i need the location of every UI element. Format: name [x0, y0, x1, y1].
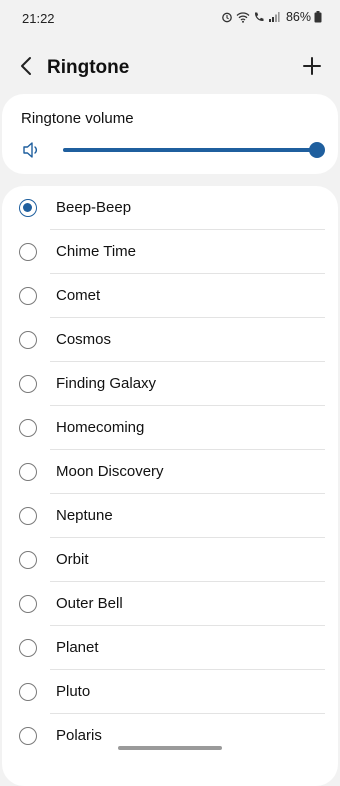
ringtone-radio-button[interactable]	[19, 463, 37, 481]
wifi-calling-icon	[253, 11, 265, 23]
ringtone-radio-button[interactable]	[19, 639, 37, 657]
ringtone-volume-label: Ringtone volume	[21, 110, 134, 127]
wifi-icon	[236, 11, 250, 23]
battery-icon	[314, 11, 322, 23]
ringtone-item[interactable]: Polaris	[2, 714, 338, 758]
ringtone-item[interactable]: Outer Bell	[2, 582, 338, 626]
ringtone-radio-button[interactable]	[19, 683, 37, 701]
ringtone-item[interactable]: Chime Time	[2, 230, 338, 274]
ringtone-volume-card: Ringtone volume	[2, 94, 338, 174]
add-ringtone-button[interactable]	[298, 54, 326, 82]
speaker-icon[interactable]	[22, 141, 44, 159]
ringtone-radio-button[interactable]	[19, 375, 37, 393]
slider-fill	[63, 148, 317, 152]
ringtone-label: Planet	[56, 639, 99, 656]
ringtone-item[interactable]: Homecoming	[2, 406, 338, 450]
home-indicator	[118, 746, 222, 750]
slider-thumb[interactable]	[309, 142, 325, 158]
ringtone-label: Chime Time	[56, 243, 137, 260]
ringtone-item[interactable]: Pluto	[2, 670, 338, 714]
ringtone-label: Cosmos	[56, 331, 112, 348]
ringtone-label: Comet	[56, 287, 101, 304]
ringtone-label: Orbit	[56, 551, 89, 568]
ringtone-item[interactable]: Beep-Beep	[2, 186, 338, 230]
ringtone-label: Neptune	[56, 507, 113, 524]
ringtone-radio-button[interactable]	[19, 243, 37, 261]
ringtone-item[interactable]: Comet	[2, 274, 338, 318]
signal-icon	[268, 11, 280, 23]
alarm-icon	[221, 11, 233, 23]
status-icons: 86%	[221, 10, 322, 24]
app-header: Ringtone	[0, 44, 340, 92]
ringtone-radio-button[interactable]	[19, 551, 37, 569]
ringtone-item[interactable]: Planet	[2, 626, 338, 670]
ringtone-radio-button[interactable]	[19, 507, 37, 525]
ringtone-label: Outer Bell	[56, 595, 123, 612]
battery-percentage: 86%	[285, 10, 311, 24]
ringtone-label: Beep-Beep	[56, 199, 132, 216]
page-title: Ringtone	[47, 57, 130, 78]
ringtone-item[interactable]: Orbit	[2, 538, 338, 582]
ringtone-label: Pluto	[56, 683, 91, 700]
status-bar: 21:22 86%	[0, 0, 340, 36]
ringtone-item[interactable]: Moon Discovery	[2, 450, 338, 494]
ringtone-radio-button[interactable]	[19, 287, 37, 305]
ringtone-list: Beep-Beep Chime Time Comet Cosmos Finding Ga…	[2, 186, 338, 786]
ringtone-item[interactable]: Cosmos	[2, 318, 338, 362]
ringtone-label: Homecoming	[56, 419, 145, 436]
plus-icon	[303, 56, 321, 80]
back-button[interactable]	[12, 54, 40, 82]
ringtone-radio-button[interactable]	[19, 727, 37, 745]
ringtone-label: Polaris	[56, 727, 102, 744]
ringtone-label: Finding Galaxy	[56, 375, 157, 392]
ringtone-radio-button[interactable]	[19, 419, 37, 437]
ringtone-label: Moon Discovery	[56, 463, 164, 480]
ringtone-radio-button[interactable]	[19, 199, 37, 217]
ringtone-volume-slider[interactable]	[63, 142, 325, 158]
ringtone-radio-button[interactable]	[19, 331, 37, 349]
ringtone-item[interactable]: Neptune	[2, 494, 338, 538]
ringtone-item[interactable]: Finding Galaxy	[2, 362, 338, 406]
back-arrow-icon	[19, 56, 33, 81]
status-time: 21:22	[22, 11, 55, 26]
ringtone-radio-button[interactable]	[19, 595, 37, 613]
